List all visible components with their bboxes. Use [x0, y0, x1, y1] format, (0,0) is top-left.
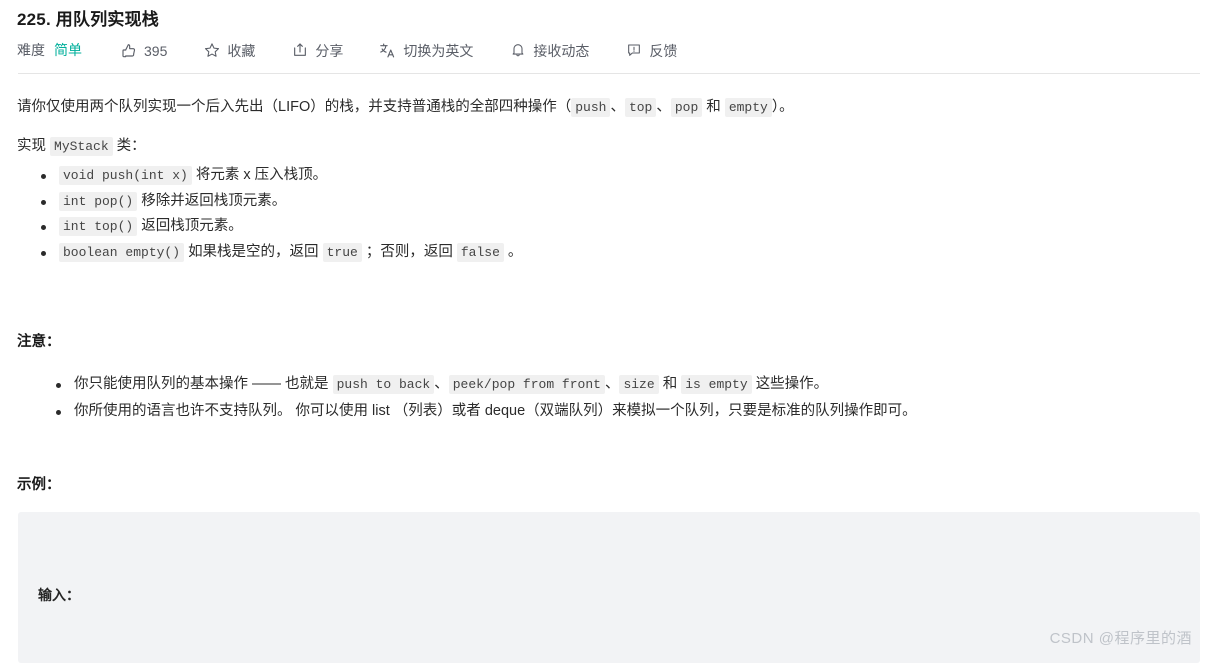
method-desc-b: ；否则，返回 [365, 243, 453, 260]
code-line-input-label: 输入： [38, 586, 80, 603]
method-desc: 返回栈顶元素。 [141, 218, 243, 235]
method-signature: int pop() [59, 191, 138, 211]
intro-end: ）。 [771, 99, 794, 115]
list-item: void push(int x) 将元素 x 压入栈顶。 [41, 164, 1197, 187]
method-signature: int top() [59, 217, 138, 237]
impl-line: 实现 MyStack 类： [17, 135, 1197, 158]
header-divider [18, 73, 1200, 74]
share-button[interactable]: 分享 [291, 42, 343, 59]
notes-section: 注意： 你只能使用队列的基本操作 —— 也就是 push to back、 pee… [17, 330, 1197, 428]
code-push-to-back: push to back [332, 375, 435, 394]
translate-button[interactable]: 切换为英文 [379, 42, 473, 59]
list-item: 你所使用的语言也许不支持队列。 你可以使用 list （列表）或者 deque（… [56, 400, 1197, 423]
intro-sep-1: 、 [610, 99, 625, 115]
share-label: 分享 [315, 43, 344, 59]
code-pop: pop [670, 98, 703, 117]
favorite-label: 收藏 [227, 43, 256, 59]
list-item: boolean empty() 如果栈是空的，返回 true ；否则，返回 fa… [41, 241, 1197, 264]
code-empty: empty [724, 98, 772, 117]
problem-meta-bar: 难度 简单 395 收藏 分享 切换为英文 接收动态 反馈 [17, 38, 677, 62]
intro-sep-2: 、 [656, 99, 671, 115]
star-icon [203, 42, 220, 59]
method-desc-c: 。 [507, 243, 523, 260]
note-sep-1: 、 [434, 376, 449, 392]
code-size: size [619, 375, 659, 394]
note-sep-2: 、 [604, 376, 620, 392]
method-list: void push(int x) 将元素 x 压入栈顶。 int pop() 移… [17, 164, 1197, 264]
code-false: false [456, 242, 504, 262]
translate-icon [379, 42, 396, 59]
feedback-button[interactable]: 反馈 [625, 42, 677, 59]
subscribe-label: 接收动态 [533, 43, 590, 59]
code-mystack: MyStack [50, 137, 113, 157]
note-text-b: 这些操作。 [755, 376, 829, 392]
list-item: 你只能使用队列的基本操作 —— 也就是 push to back、 peek/po… [56, 373, 1197, 396]
list-item: int top() 返回栈顶元素。 [41, 215, 1197, 238]
method-signature: void push(int x) [59, 166, 192, 186]
csdn-watermark: CSDN @程序里的酒 [1049, 630, 1192, 647]
bell-icon [509, 42, 526, 59]
intro-text-1: 请你仅使用两个队列实现一个后入先出（LIFO）的栈，并支持普通栈的全部四种操作（ [17, 99, 572, 115]
thumbs-up-icon [120, 42, 137, 59]
list-item: int pop() 移除并返回栈顶元素。 [41, 190, 1197, 213]
difficulty-label: 难度 [17, 42, 45, 58]
feedback-icon [625, 42, 642, 59]
like-button[interactable]: 395 [120, 42, 167, 59]
problem-page: 225. 用队列实现栈 难度 简单 395 收藏 分享 切换为英文 接收动态 反… [0, 0, 1214, 663]
share-icon [291, 42, 308, 59]
translate-label: 切换为英文 [403, 43, 474, 59]
example-heading: 示例： [17, 477, 61, 493]
code-top: top [624, 98, 657, 117]
intro-mid: 和 [706, 99, 721, 115]
problem-description: 请你仅使用两个队列实现一个后入先出（LIFO）的栈，并支持普通栈的全部四种操作（… [17, 96, 1197, 266]
feedback-label: 反馈 [649, 43, 678, 59]
method-signature: boolean empty() [59, 242, 185, 262]
favorite-button[interactable]: 收藏 [203, 42, 255, 59]
subscribe-button[interactable]: 接收动态 [509, 42, 589, 59]
impl-prefix: 实现 [17, 138, 46, 155]
like-count: 395 [144, 43, 168, 59]
difficulty-value: 简单 [54, 42, 82, 58]
note-mid: 和 [662, 376, 678, 392]
example-section: 示例： [17, 473, 1197, 494]
notes-list: 你只能使用队列的基本操作 —— 也就是 push to back、 peek/po… [17, 373, 1197, 424]
code-is-empty: is empty [681, 375, 752, 394]
note-text-a: 你只能使用队列的基本操作 —— 也就是 [74, 376, 329, 392]
code-true: true [322, 242, 362, 262]
method-desc-a: 如果栈是空的，返回 [188, 243, 319, 260]
method-desc: 将元素 x 压入栈顶。 [195, 167, 328, 184]
impl-suffix: 类： [116, 138, 146, 155]
notes-heading: 注意： [17, 334, 61, 350]
description-intro: 请你仅使用两个队列实现一个后入先出（LIFO）的栈，并支持普通栈的全部四种操作（… [17, 96, 1197, 119]
code-push: push [571, 98, 611, 117]
code-peek-pop-front: peek/pop from front [448, 375, 605, 394]
page-title: 225. 用队列实现栈 [17, 10, 160, 29]
method-desc: 移除并返回栈顶元素。 [141, 192, 287, 209]
example-code-block: 输入： ["MyStack", "push", "push", "top", "… [18, 512, 1200, 663]
